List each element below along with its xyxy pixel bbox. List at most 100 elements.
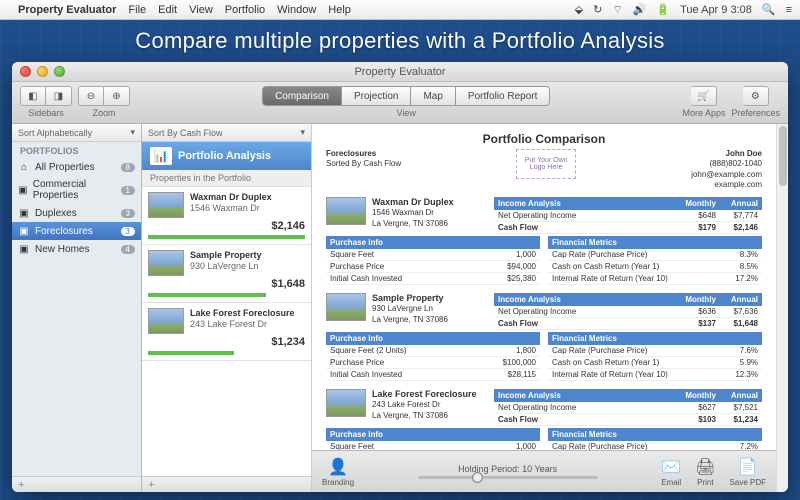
document-content[interactable]: Portfolio Comparison Foreclosures Sorted… xyxy=(312,124,776,450)
folder-icon: ▣ xyxy=(18,184,28,196)
toggle-left-sidebar-button[interactable]: ◧ xyxy=(20,86,46,106)
sync-icon[interactable]: ↻ xyxy=(593,3,602,16)
branding-label: Branding xyxy=(322,478,354,487)
toolbar: ◧ ◨ Sidebars ⊖ ⊕ Zoom Comparison Project… xyxy=(12,82,788,124)
view-projection-tab[interactable]: Projection xyxy=(342,86,411,106)
folder-icon: ▣ xyxy=(18,225,30,237)
menu-edit[interactable]: Edit xyxy=(158,4,177,16)
sidebar-item-commercial[interactable]: ▣ Commercial Properties 1 xyxy=(12,176,141,204)
count-badge: 3 xyxy=(121,227,135,236)
chevron-down-icon: ▾ xyxy=(130,127,135,138)
owner-site: example.com xyxy=(691,180,762,190)
properties-sort-dropdown[interactable]: Sort By Cash Flow ▾ xyxy=(142,124,311,142)
holding-period-slider[interactable]: Holding Period: 10 Years xyxy=(368,464,647,479)
branding-button[interactable]: 👤 Branding xyxy=(322,457,354,487)
owner-email: john@example.com xyxy=(691,170,762,180)
zoom-in-button[interactable]: ⊕ xyxy=(104,86,130,106)
vertical-scrollbar[interactable] xyxy=(776,124,788,492)
owner-phone: (888)802-1040 xyxy=(691,159,762,169)
more-apps-button[interactable]: 🛒 xyxy=(691,86,717,106)
app-menu[interactable]: Property Evaluator xyxy=(18,4,116,16)
zoom-group: ⊖ ⊕ Zoom xyxy=(78,86,130,118)
app-status-icon[interactable]: ⬙ xyxy=(575,3,583,16)
print-label: Print xyxy=(697,478,713,487)
sidebar-item-label: Commercial Properties xyxy=(33,179,116,201)
menu-file[interactable]: File xyxy=(128,4,146,16)
menu-window[interactable]: Window xyxy=(277,4,316,16)
properties-subheader: Properties in the Portfolio xyxy=(142,170,311,187)
more-apps-label: More Apps xyxy=(682,108,725,118)
wifi-icon[interactable]: ⌔ xyxy=(612,3,622,17)
sidebar-footer: + xyxy=(12,476,141,492)
pdf-icon: 📄 xyxy=(738,457,758,477)
owner-name: John Doe xyxy=(691,149,762,159)
window-titlebar[interactable]: Property Evaluator xyxy=(12,62,788,82)
battery-icon[interactable]: 🔋 xyxy=(656,3,670,16)
property-thumbnail xyxy=(326,389,366,417)
view-portfolio-report-tab[interactable]: Portfolio Report xyxy=(456,86,550,106)
property-bar xyxy=(148,235,305,239)
menu-portfolio[interactable]: Portfolio xyxy=(225,4,265,16)
email-button[interactable]: ✉️ Email xyxy=(661,457,681,487)
menu-help[interactable]: Help xyxy=(328,4,351,16)
volume-icon[interactable]: 🔊 xyxy=(633,3,647,16)
portfolio-analysis-title: Portfolio Analysis xyxy=(178,150,271,162)
property-section: Waxman Dr Duplex1546 Waxman DrLa Vergne,… xyxy=(326,197,762,285)
window-title: Property Evaluator xyxy=(12,66,788,78)
clock[interactable]: Tue Apr 9 3:08 xyxy=(680,4,752,16)
doc-portfolio-name: Foreclosures xyxy=(326,149,401,159)
sidebar-item-duplexes[interactable]: ▣ Duplexes 3 xyxy=(12,204,141,222)
properties-list-panel: Sort By Cash Flow ▾ 📊 Portfolio Analysis… xyxy=(142,124,312,492)
logo-placeholder[interactable]: Put Your Own Logo Here xyxy=(516,149,576,179)
view-comparison-tab[interactable]: Comparison xyxy=(262,86,342,106)
add-property-button[interactable]: + xyxy=(148,479,154,491)
save-pdf-button[interactable]: 📄 Save PDF xyxy=(730,457,766,487)
person-icon: 👤 xyxy=(328,457,348,477)
notifications-icon[interactable]: ≡ xyxy=(786,4,792,16)
preferences-button[interactable]: ⚙ xyxy=(743,86,769,106)
property-thumbnail xyxy=(326,197,366,225)
home-icon: ⌂ xyxy=(18,161,30,173)
property-thumbnail xyxy=(326,293,366,321)
scrollbar-thumb[interactable] xyxy=(779,126,787,186)
sidebar-item-label: New Homes xyxy=(35,244,89,255)
sidebar-item-new-homes[interactable]: ▣ New Homes 4 xyxy=(12,240,141,258)
toggle-right-sidebar-button[interactable]: ◨ xyxy=(46,86,72,106)
preferences-label: Preferences xyxy=(731,108,780,118)
property-card[interactable]: Sample Property930 LaVergne Ln$1,648 xyxy=(142,245,311,303)
property-name: Waxman Dr Duplex xyxy=(190,192,305,203)
owner-info: John Doe (888)802-1040 john@example.com … xyxy=(691,149,762,191)
slider-knob[interactable] xyxy=(472,472,483,483)
metrics-table: Financial MetricsCap Rate (Purchase Pric… xyxy=(548,332,762,381)
property-card[interactable]: Lake Forest Foreclosure243 Lake Forest D… xyxy=(142,303,311,361)
doc-sort-label: Sorted By Cash Flow xyxy=(326,159,401,169)
add-portfolio-button[interactable]: + xyxy=(18,479,24,491)
purchase-table: Purchase InfoSquare Feet1,000Purchase Pr… xyxy=(326,428,540,450)
more-apps-group: 🛒 More Apps xyxy=(682,86,725,118)
slider-track[interactable] xyxy=(418,476,598,479)
sidebar-item-all-properties[interactable]: ⌂ All Properties 8 xyxy=(12,158,141,176)
property-address: 930 LaVergne Ln xyxy=(190,261,305,272)
document-viewer: Portfolio Comparison Foreclosures Sorted… xyxy=(312,124,776,492)
zoom-out-button[interactable]: ⊖ xyxy=(78,86,104,106)
envelope-icon: ✉️ xyxy=(661,457,681,477)
view-map-tab[interactable]: Map xyxy=(411,86,455,106)
property-thumbnail xyxy=(148,308,184,334)
chevron-down-icon: ▾ xyxy=(300,127,305,138)
marketing-tagline: Compare multiple properties with a Portf… xyxy=(0,28,800,54)
sidebar-sort-label: Sort Alphabetically xyxy=(18,128,92,138)
metrics-table: Financial MetricsCap Rate (Purchase Pric… xyxy=(548,236,762,285)
property-card[interactable]: Waxman Dr Duplex1546 Waxman Dr$2,146 xyxy=(142,187,311,245)
menu-view[interactable]: View xyxy=(189,4,213,16)
portfolio-analysis-header[interactable]: 📊 Portfolio Analysis xyxy=(142,142,311,170)
sidebar-sort-dropdown[interactable]: Sort Alphabetically ▾ xyxy=(12,124,141,142)
view-segmented-control: Comparison Projection Map Portfolio Repo… xyxy=(262,86,550,118)
document-footer-toolbar: 👤 Branding Holding Period: 10 Years ✉️ E… xyxy=(312,450,776,492)
sidebar-item-foreclosures[interactable]: ▣ Foreclosures 3 xyxy=(12,222,141,240)
spotlight-icon[interactable]: 🔍 xyxy=(762,3,776,16)
print-button[interactable]: 🖨 Print xyxy=(695,457,715,487)
property-text: Sample Property930 LaVergne LnLa Vergne,… xyxy=(372,293,448,330)
property-name: Sample Property xyxy=(190,250,305,261)
email-label: Email xyxy=(661,478,681,487)
printer-icon: 🖨 xyxy=(695,457,715,477)
